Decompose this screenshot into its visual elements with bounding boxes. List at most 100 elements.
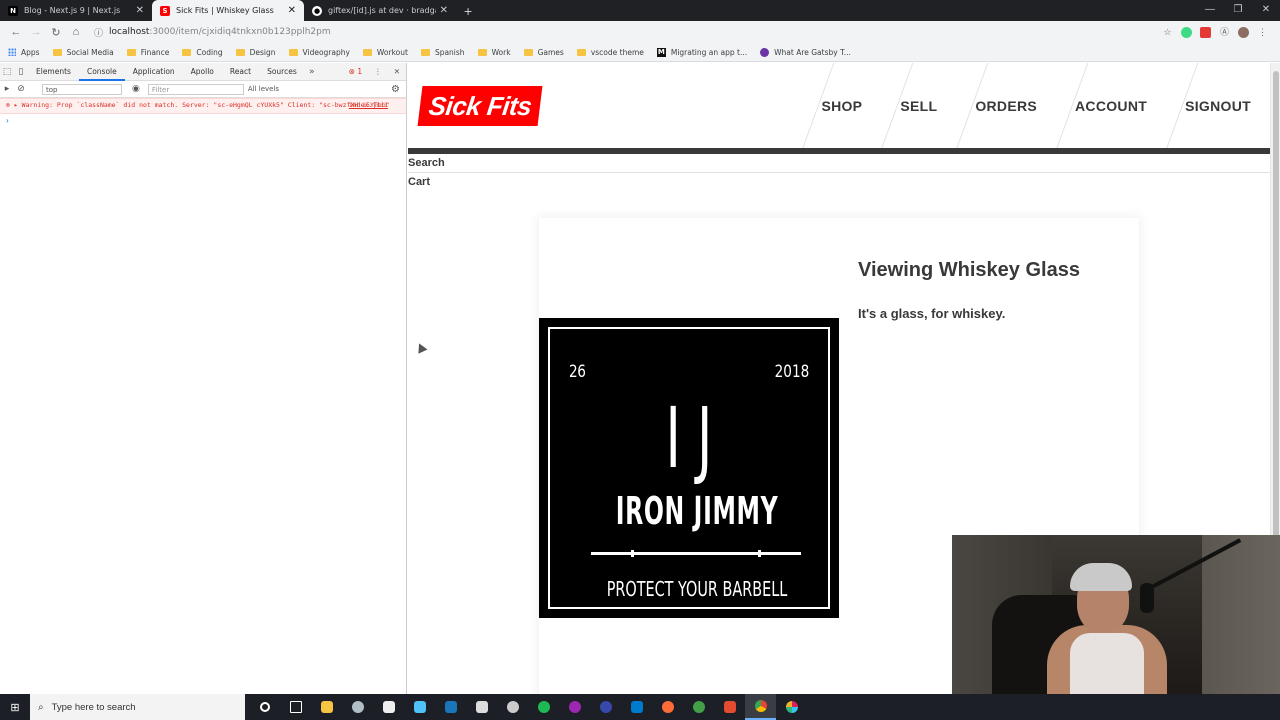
site-logo[interactable]: Sick Fits	[417, 86, 543, 126]
app-icon[interactable]	[590, 694, 621, 720]
chrome-icon[interactable]	[745, 694, 776, 720]
folder-icon	[362, 48, 372, 56]
bookmark-games[interactable]: Games	[523, 48, 564, 57]
inspect-element-icon[interactable]: ⬚	[0, 67, 14, 77]
git-icon[interactable]	[714, 694, 745, 720]
app-icon[interactable]	[559, 694, 590, 720]
clear-console-icon[interactable]: ⊘	[14, 84, 28, 94]
info-icon[interactable]: ⓘ	[94, 26, 103, 39]
close-tab-icon[interactable]: ✕	[136, 5, 144, 16]
nav-shop[interactable]: SHOP	[802, 63, 881, 149]
nav-signout[interactable]: SIGNOUT	[1166, 63, 1270, 149]
sickfits-favicon-icon: S	[160, 5, 170, 16]
bookmark-star-icon[interactable]: ☆	[1162, 27, 1173, 38]
bookmark-finance[interactable]: Finance	[126, 48, 169, 57]
extension-red-icon[interactable]	[1200, 26, 1211, 38]
devtools-menu-icon[interactable]: ⋮	[368, 67, 388, 76]
restore-icon[interactable]: ❐	[1224, 0, 1252, 21]
taskbar-search-box[interactable]: ⌕ Type here to search	[30, 694, 245, 720]
home-icon[interactable]: ⌂	[66, 26, 86, 38]
postman-icon[interactable]	[652, 694, 683, 720]
bookmark-gatsby[interactable]: What Are Gatsby T...	[760, 47, 851, 57]
nav-account[interactable]: ACCOUNT	[1056, 63, 1166, 149]
slack-icon[interactable]	[776, 694, 807, 720]
devtools-close-icon[interactable]: ✕	[388, 67, 406, 76]
minimize-icon[interactable]: —	[1196, 0, 1224, 21]
profile-avatar[interactable]	[1238, 26, 1249, 38]
devtools-tab-console[interactable]: Console	[78, 63, 125, 81]
extension-green-icon[interactable]	[1181, 26, 1192, 38]
epic-games-icon[interactable]	[466, 694, 497, 720]
window-controls: — ❐ ✕	[1196, 0, 1280, 21]
console-error-message[interactable]: ⊗ ▸ Warning: Prop `className` did not ma…	[0, 98, 406, 114]
bookmark-workout[interactable]: Workout	[362, 48, 408, 57]
forward-icon[interactable]: →	[26, 26, 46, 38]
bookmark-social-media[interactable]: Social Media	[52, 47, 114, 57]
url-field[interactable]: ⓘ localhost:3000/item/cjxidiq4tnkxn0b123…	[94, 23, 1162, 41]
bookmark-design[interactable]: Design	[235, 47, 276, 57]
app-icon[interactable]	[683, 694, 714, 720]
console-filter-input[interactable]: Filter	[147, 83, 244, 95]
image-frame: 26 2018 IJ IRON JIMMY PROTECT YOUR BARBE…	[548, 327, 830, 609]
file-explorer-icon[interactable]	[311, 694, 342, 720]
devtools-tab-sources[interactable]: Sources	[259, 63, 305, 81]
console-settings-gear-icon[interactable]: ⚙	[391, 84, 400, 95]
folder-icon	[52, 48, 62, 56]
image-tagline: PROTECT YOUR BARBELL	[606, 577, 788, 601]
live-expression-eye-icon[interactable]: ◉	[132, 84, 140, 94]
bookmarks-bar: Apps Social Media Finance Coding Design …	[0, 43, 1280, 62]
error-source-link[interactable]: index.js:1	[349, 101, 388, 110]
bookmark-videography[interactable]: Videography	[288, 47, 350, 57]
more-tabs-icon[interactable]: »	[305, 67, 319, 77]
bookmark-coding[interactable]: Coding	[182, 48, 223, 57]
bookmark-label: Migrating an app t...	[670, 47, 748, 57]
bookmark-migrating[interactable]: M Migrating an app t...	[656, 47, 748, 57]
steam-icon[interactable]	[435, 694, 466, 720]
bookmark-apps[interactable]: Apps	[8, 48, 40, 57]
image-monogram: IJ	[665, 389, 729, 487]
bookmark-work[interactable]: Work	[477, 48, 511, 57]
close-tab-icon[interactable]: ✕	[440, 5, 448, 16]
extension-a-icon[interactable]: Ⓐ	[1219, 27, 1230, 38]
bookmark-label: Videography	[302, 47, 350, 57]
bookmark-vscode-theme[interactable]: vscode theme	[576, 48, 644, 57]
error-count-badge[interactable]: ⊗ 1	[343, 67, 368, 76]
cart-link[interactable]: Cart	[408, 176, 430, 188]
windows-taskbar: ⊞ ⌕ Type here to search	[0, 694, 1280, 720]
browser-tab-github[interactable]: ● giftex/[id].js at dev · bradgarrop... …	[304, 0, 456, 21]
menu-dots-icon[interactable]: ⋮	[1257, 27, 1268, 38]
browser-tab-sickfits[interactable]: S Sick Fits | Whiskey Glass ✕	[152, 0, 304, 21]
calculator-icon[interactable]	[373, 694, 404, 720]
context-select[interactable]: top	[42, 83, 122, 95]
search-link[interactable]: Search	[408, 157, 445, 169]
bookmark-spanish[interactable]: Spanish	[420, 48, 465, 57]
log-levels-select[interactable]: All levels	[248, 85, 279, 93]
folder-icon	[420, 48, 430, 56]
spotify-icon[interactable]	[528, 694, 559, 720]
devtools-tab-apollo[interactable]: Apollo	[183, 63, 222, 81]
app-icon[interactable]	[497, 694, 528, 720]
back-icon[interactable]: ←	[6, 26, 26, 38]
devtools-tab-application[interactable]: Application	[125, 63, 183, 81]
bookmark-label: Social Media	[66, 47, 114, 57]
new-tab-icon[interactable]: +	[456, 0, 480, 21]
task-view-icon[interactable]	[280, 694, 311, 720]
bookmark-label: Design	[249, 47, 276, 57]
close-window-icon[interactable]: ✕	[1252, 0, 1280, 21]
nav-sell[interactable]: SELL	[881, 63, 956, 149]
close-tab-icon[interactable]: ✕	[288, 5, 296, 16]
nav-orders[interactable]: ORDERS	[956, 63, 1056, 149]
barbell-icon	[591, 550, 801, 557]
devtools-tab-elements[interactable]: Elements	[28, 63, 79, 81]
sidebar-toggle-icon[interactable]: ▸	[0, 84, 14, 94]
reload-icon[interactable]: ↻	[46, 26, 66, 39]
app-icon[interactable]	[342, 694, 373, 720]
app-icon[interactable]	[404, 694, 435, 720]
device-toolbar-icon[interactable]: ▯	[14, 67, 28, 77]
cortana-icon[interactable]	[249, 694, 280, 720]
vscode-icon[interactable]	[621, 694, 652, 720]
browser-tab-nextjs[interactable]: N Blog - Next.js 9 | Next.js ✕	[0, 0, 152, 21]
console-prompt[interactable]: ›	[0, 114, 406, 127]
devtools-tab-react[interactable]: React	[222, 63, 259, 81]
windows-start-icon[interactable]: ⊞	[0, 694, 30, 720]
